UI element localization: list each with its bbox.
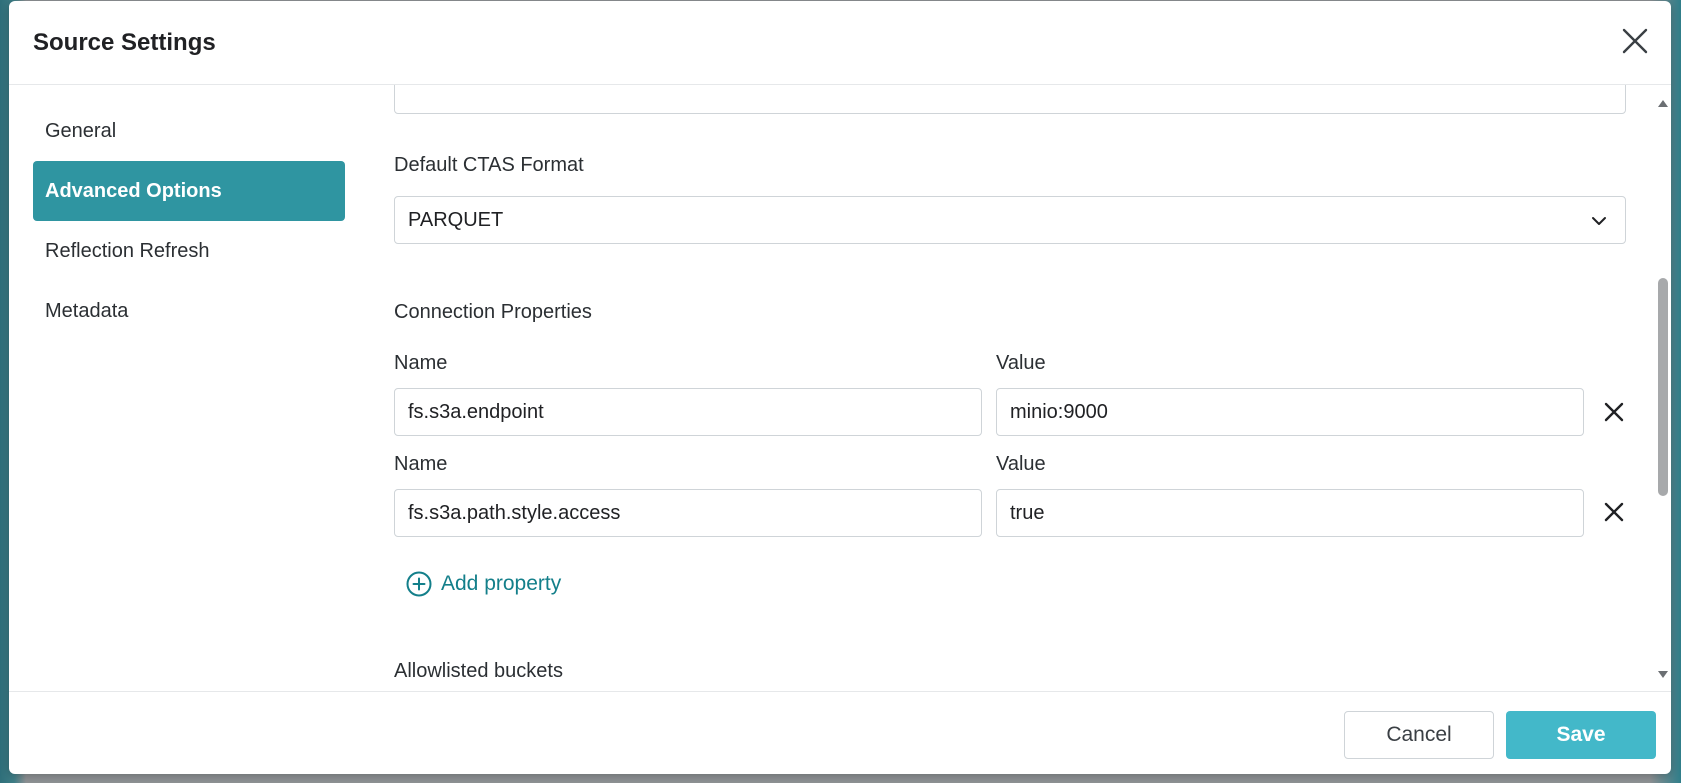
allowlisted-buckets-label: Allowlisted buckets (394, 660, 563, 682)
sidebar-item-label: General (45, 119, 117, 142)
sidebar-item-label: Metadata (45, 299, 129, 322)
property-name-input[interactable]: fs.s3a.path.style.access (394, 489, 982, 537)
add-property-button[interactable]: Add property (406, 571, 561, 597)
property-name-label: Name (394, 352, 448, 374)
close-button[interactable] (1619, 25, 1651, 57)
property-name-label: Name (394, 453, 448, 475)
connection-properties-heading: Connection Properties (394, 301, 592, 323)
remove-icon (1604, 402, 1624, 422)
source-settings-modal: Source Settings General Advanced Options… (9, 1, 1671, 774)
settings-sidebar: General Advanced Options Reflection Refr… (33, 101, 345, 341)
sidebar-item-label: Reflection Refresh (45, 239, 210, 262)
sidebar-item-label: Advanced Options (45, 179, 222, 202)
settings-content: Default CTAS Format PARQUET Connection P… (394, 85, 1644, 691)
sidebar-item-metadata[interactable]: Metadata (33, 281, 345, 341)
remove-icon (1604, 502, 1624, 522)
scrollbar-thumb[interactable] (1658, 278, 1668, 496)
property-value-label: Value (996, 352, 1046, 374)
scroll-up-arrow-icon[interactable] (1657, 97, 1669, 109)
modal-title: Source Settings (33, 29, 216, 56)
previous-field-input[interactable] (394, 85, 1626, 114)
add-property-label: Add property (441, 572, 562, 595)
sidebar-item-advanced-options[interactable]: Advanced Options (33, 161, 345, 221)
property-name-input[interactable]: fs.s3a.endpoint (394, 388, 982, 436)
remove-property-button[interactable] (1600, 398, 1628, 426)
cancel-button[interactable]: Cancel (1344, 711, 1494, 759)
close-icon (1622, 28, 1648, 54)
ctas-format-select[interactable]: PARQUET (394, 196, 1626, 244)
property-value-label: Value (996, 453, 1046, 475)
modal-header: Source Settings (9, 1, 1671, 85)
content-scrollbar[interactable] (1654, 85, 1671, 691)
modal-footer: Cancel Save (9, 691, 1671, 774)
plus-circle-icon (406, 571, 432, 597)
chevron-down-icon (1592, 217, 1606, 225)
save-button[interactable]: Save (1506, 711, 1656, 759)
ctas-format-value: PARQUET (408, 208, 504, 231)
sidebar-item-reflection-refresh[interactable]: Reflection Refresh (33, 221, 345, 281)
ctas-format-label: Default CTAS Format (394, 154, 584, 176)
property-value-input[interactable]: true (996, 489, 1584, 537)
remove-property-button[interactable] (1600, 498, 1628, 526)
scroll-down-arrow-icon[interactable] (1657, 669, 1669, 681)
sidebar-item-general[interactable]: General (33, 101, 345, 161)
property-value-input[interactable]: minio:9000 (996, 388, 1584, 436)
